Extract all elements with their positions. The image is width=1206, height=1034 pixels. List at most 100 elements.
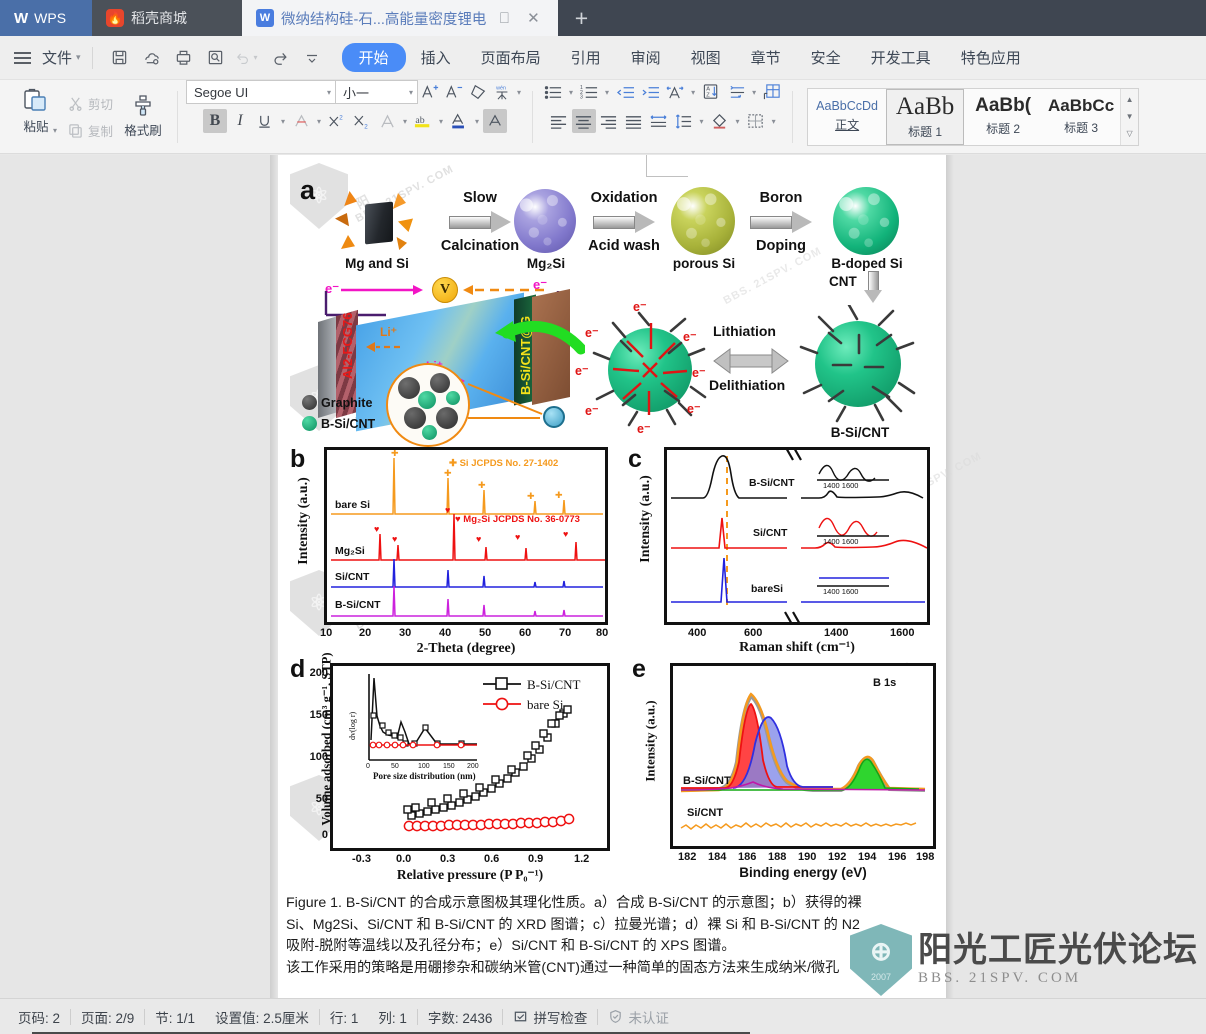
bullet-list-icon[interactable]: [541, 80, 565, 104]
undo-dropdown-icon[interactable]: ▾: [251, 53, 261, 62]
style-heading-2[interactable]: AaBb( 标题 2: [964, 89, 1042, 145]
style-normal[interactable]: AaBbCcDd 正文: [808, 89, 886, 145]
style-heading-3[interactable]: AaBbCc 标题 3: [1042, 89, 1120, 145]
svg-text:2: 2: [339, 114, 343, 121]
bullet-dropdown-icon[interactable]: ▾: [566, 88, 576, 97]
tab-review[interactable]: 审阅: [616, 43, 676, 72]
chevron-down-icon[interactable]: ▾: [321, 88, 331, 97]
restore-icon[interactable]: ⎕: [493, 10, 515, 27]
highlight-dropdown-icon[interactable]: ▾: [436, 117, 446, 126]
status-page-number[interactable]: 页码: 2: [8, 1007, 70, 1027]
highlight-color-icon[interactable]: ab: [411, 109, 435, 133]
format-painter-button[interactable]: 格式刷: [117, 94, 169, 139]
status-word-count[interactable]: 字数: 2436: [418, 1007, 503, 1027]
tab-security[interactable]: 安全: [796, 43, 856, 72]
pinyin-guide-icon[interactable]: wén: [490, 80, 514, 104]
line-spacing-icon[interactable]: [672, 109, 696, 133]
align-center-icon[interactable]: [571, 109, 596, 133]
increase-indent-icon[interactable]: [638, 80, 662, 104]
undo-icon[interactable]: ▾: [235, 45, 261, 71]
clear-format-icon[interactable]: [466, 80, 490, 104]
superscript-button[interactable]: 2: [325, 109, 349, 133]
decrease-indent-icon[interactable]: [613, 80, 637, 104]
status-section[interactable]: 节: 1/1: [145, 1007, 205, 1027]
new-tab-button[interactable]: +: [558, 0, 604, 36]
font-color-icon[interactable]: [447, 109, 471, 133]
svg-text:200: 200: [467, 763, 479, 770]
numbered-list-icon[interactable]: 1 2 3: [577, 80, 601, 104]
borders-icon[interactable]: [744, 109, 768, 133]
print-icon[interactable]: [171, 45, 197, 71]
text-direction-icon[interactable]: [663, 80, 687, 104]
show-marks-dropdown-icon[interactable]: ▾: [749, 88, 759, 97]
align-left-icon[interactable]: [547, 109, 571, 133]
style-heading-1[interactable]: AaBb 标题 1: [886, 88, 965, 145]
text-direction-dropdown-icon[interactable]: ▾: [688, 88, 698, 97]
tab-view[interactable]: 视图: [676, 43, 736, 72]
shrink-font-button[interactable]: [442, 80, 466, 104]
cut-button[interactable]: 剪切: [64, 92, 117, 115]
underline-button[interactable]: [253, 109, 277, 133]
status-column[interactable]: 列: 1: [368, 1007, 417, 1027]
strikethrough-dropdown-icon[interactable]: ▾: [314, 117, 324, 126]
shading-color-icon[interactable]: [708, 109, 732, 133]
font-family-combo[interactable]: Segoe UI ▾: [186, 80, 337, 104]
tab-page-layout[interactable]: 页面布局: [466, 43, 556, 72]
status-setting[interactable]: 设置值: 2.5厘米: [205, 1007, 319, 1027]
pinyin-dropdown-icon[interactable]: ▾: [514, 88, 524, 97]
document-page[interactable]: ⚛ 阳 BBS. 21SPV. COM ⚛ 阳 BBS. 21SPV. COM …: [278, 155, 984, 998]
underline-dropdown-icon[interactable]: ▾: [278, 117, 288, 126]
char-border-icon[interactable]: [375, 109, 399, 133]
legend-graphite: Graphite: [302, 395, 372, 410]
font-color-dropdown-icon[interactable]: ▾: [472, 117, 482, 126]
tab-dev-tools[interactable]: 开发工具: [856, 43, 946, 72]
file-menu-button[interactable]: 文件 ▾: [14, 47, 81, 68]
tab-document[interactable]: W 微纳结构硅-石...高能量密度锂电 ⎕ ✕: [242, 0, 559, 36]
save-icon[interactable]: [107, 45, 133, 71]
status-spellcheck[interactable]: 拼写检查: [503, 1007, 597, 1027]
status-unverified[interactable]: 未认证: [598, 1007, 679, 1027]
document-workspace[interactable]: ⚛ 阳 BBS. 21SPV. COM ⚛ 阳 BBS. 21SPV. COM …: [0, 155, 1206, 998]
status-line[interactable]: 行: 1: [320, 1007, 369, 1027]
grow-font-button[interactable]: [418, 80, 442, 104]
copy-button[interactable]: 复制: [64, 119, 117, 142]
strikethrough-button[interactable]: [289, 109, 313, 133]
tab-wps-home[interactable]: W WPS: [0, 0, 92, 36]
char-border-dropdown-icon[interactable]: ▾: [400, 117, 410, 126]
align-right-icon[interactable]: [597, 109, 621, 133]
line-spacing-dropdown-icon[interactable]: ▾: [697, 117, 707, 126]
tab-references[interactable]: 引用: [556, 43, 616, 72]
sort-icon[interactable]: A Z: [699, 80, 723, 104]
tab-docer-mall[interactable]: 🔥 稻壳商城: [92, 0, 242, 36]
table-grid-icon[interactable]: [760, 80, 784, 104]
figure-caption[interactable]: Figure 1. B-Si/CNT 的合成示意图极其理化性质。a）合成 B-S…: [286, 893, 904, 979]
tab-insert[interactable]: 插入: [406, 43, 466, 72]
numbered-dropdown-icon[interactable]: ▾: [602, 88, 612, 97]
show-marks-icon[interactable]: [724, 80, 748, 104]
chevron-down-icon[interactable]: ▾: [403, 88, 413, 97]
italic-button[interactable]: I: [228, 109, 252, 133]
redo-icon[interactable]: [267, 45, 293, 71]
paste-dropdown-icon[interactable]: ▾: [53, 126, 57, 135]
shading-dropdown-icon[interactable]: ▾: [733, 117, 743, 126]
print-preview-icon[interactable]: [203, 45, 229, 71]
status-pages[interactable]: 页面: 2/9: [71, 1007, 144, 1027]
customize-toolbar-icon[interactable]: [299, 45, 325, 71]
bold-button[interactable]: B: [202, 109, 227, 133]
gallery-scroll-up-icon[interactable]: ▲: [1121, 91, 1138, 108]
distribute-icon[interactable]: [647, 109, 671, 133]
subscript-button[interactable]: 2: [350, 109, 374, 133]
justify-icon[interactable]: [622, 109, 646, 133]
svg-text:♥ Mg₂Si JCPDS No. 36-0773: ♥ Mg₂Si JCPDS No. 36-0773: [455, 514, 580, 525]
tab-featured-apps[interactable]: 特色应用: [946, 43, 1036, 72]
borders-dropdown-icon[interactable]: ▾: [769, 117, 779, 126]
close-icon[interactable]: ✕: [522, 9, 544, 27]
tab-start[interactable]: 开始: [341, 43, 406, 72]
char-shading-icon[interactable]: [483, 109, 508, 133]
tab-chapter[interactable]: 章节: [736, 43, 796, 72]
paste-button[interactable]: 粘贴 ▾: [8, 88, 64, 146]
gallery-expand-icon[interactable]: ▽: [1121, 125, 1138, 142]
gallery-scroll-down-icon[interactable]: ▼: [1121, 108, 1138, 125]
cloud-sync-icon[interactable]: [139, 45, 165, 71]
font-size-combo[interactable]: 小一 ▾: [336, 80, 419, 104]
